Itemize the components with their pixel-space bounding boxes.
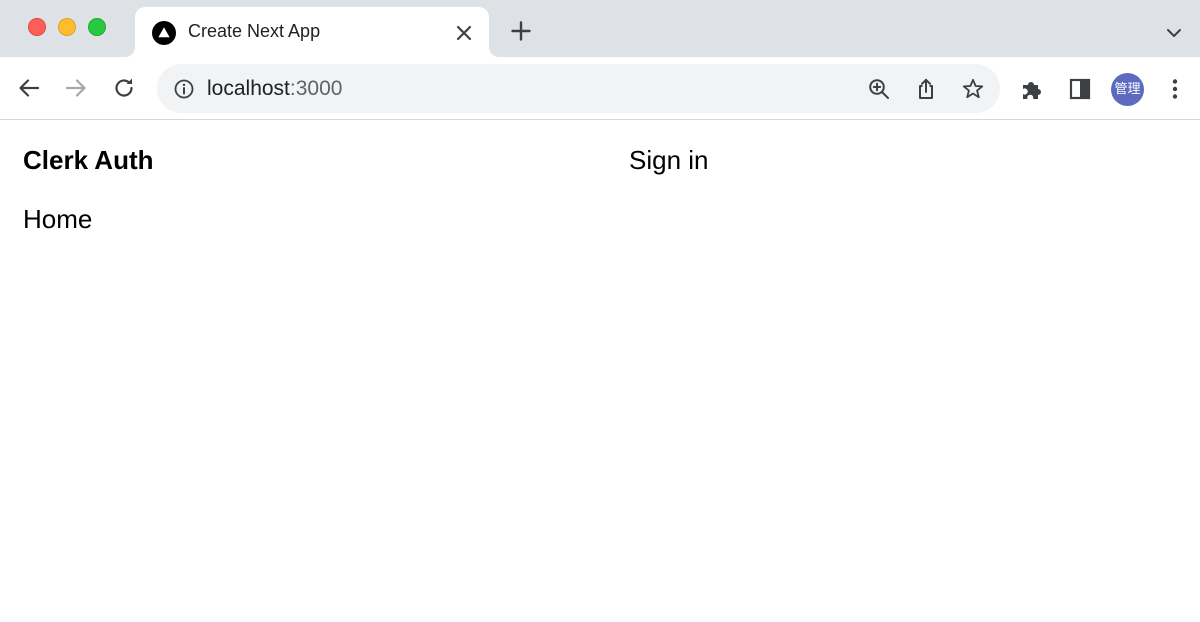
page-content: Clerk Auth Sign in Home — [0, 121, 1200, 622]
zoom-in-icon[interactable] — [867, 77, 891, 101]
url-text[interactable]: localhost:3000 — [207, 77, 342, 101]
window-maximize-button[interactable] — [88, 18, 106, 36]
star-icon[interactable] — [961, 77, 985, 101]
share-icon[interactable] — [914, 77, 938, 101]
window-close-button[interactable] — [28, 18, 46, 36]
active-tab[interactable]: Create Next App — [135, 7, 489, 57]
side-panel-icon[interactable] — [1066, 75, 1094, 103]
home-link[interactable]: Home — [23, 204, 92, 235]
address-bar[interactable]: localhost:3000 — [157, 64, 1000, 113]
profile-avatar[interactable]: 管理 — [1111, 73, 1144, 106]
window-minimize-button[interactable] — [58, 18, 76, 36]
chevron-down-icon[interactable] — [1163, 22, 1185, 44]
plus-icon[interactable] — [509, 19, 533, 43]
arrow-right-icon[interactable] — [62, 74, 90, 102]
reload-icon[interactable] — [110, 74, 138, 102]
puzzle-icon[interactable] — [1019, 75, 1047, 103]
sign-in-link[interactable]: Sign in — [629, 145, 709, 176]
tab-title: Create Next App — [188, 21, 321, 41]
url-host: localhost — [207, 77, 290, 100]
close-icon[interactable] — [453, 22, 475, 44]
arrow-left-icon[interactable] — [15, 74, 43, 102]
url-port: :3000 — [289, 77, 343, 100]
tab-strip: Create Next App — [0, 0, 1200, 57]
kebab-menu-icon[interactable] — [1161, 75, 1189, 103]
nextjs-triangle-icon — [152, 21, 176, 45]
browser-toolbar: localhost:3000 管理 — [0, 57, 1200, 120]
info-icon[interactable] — [173, 78, 195, 100]
brand-title[interactable]: Clerk Auth — [23, 145, 154, 176]
